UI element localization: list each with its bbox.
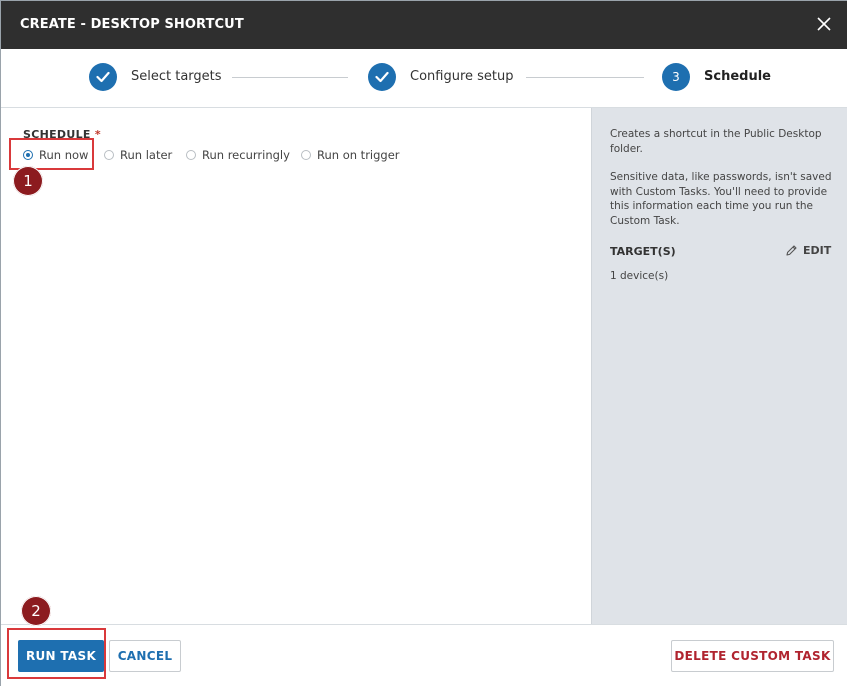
required-mark: * [94, 128, 101, 141]
annotation-badge-1: 1 [13, 166, 43, 196]
schedule-panel: SCHEDULE * Run now Run later Run recurri… [1, 108, 591, 624]
edit-targets-button[interactable]: EDIT [785, 244, 831, 257]
wizard-progress: Select targets Configure setup 3 Schedul… [1, 49, 847, 108]
radio-run-on-trigger[interactable]: Run on trigger [301, 148, 400, 162]
step-complete-check-icon [368, 63, 396, 91]
radio-run-recurringly[interactable]: Run recurringly [186, 148, 290, 162]
step-select-targets: Select targets [131, 69, 222, 84]
radio-run-later[interactable]: Run later [104, 148, 172, 162]
step-connector [232, 77, 348, 78]
highlight-run-task [7, 628, 106, 679]
pencil-icon [785, 244, 798, 257]
radio-unselected-icon[interactable] [186, 150, 196, 160]
create-desktop-shortcut-dialog: CREATE - DESKTOP SHORTCUT Select targets… [0, 0, 847, 687]
close-icon[interactable] [813, 13, 835, 35]
highlight-run-now [9, 138, 94, 170]
targets-heading: TARGET(S) [610, 245, 676, 258]
edit-label: EDIT [803, 244, 832, 257]
task-description-text: Creates a shortcut in the Public Desktop… [610, 128, 822, 155]
radio-unselected-icon[interactable] [301, 150, 311, 160]
task-description: Creates a shortcut in the Public Desktop… [610, 127, 835, 242]
radio-run-on-trigger-label: Run on trigger [317, 148, 400, 162]
task-info-sidebar: Creates a shortcut in the Public Desktop… [591, 108, 847, 624]
dialog-titlebar: CREATE - DESKTOP SHORTCUT [1, 1, 847, 49]
sensitive-data-note: Sensitive data, like passwords, isn't sa… [610, 171, 832, 227]
delete-custom-task-button[interactable]: DELETE CUSTOM TASK [671, 640, 834, 672]
dialog-footer: RUN TASK CANCEL DELETE CUSTOM TASK [1, 624, 847, 687]
dialog-title: CREATE - DESKTOP SHORTCUT [20, 17, 244, 32]
radio-run-recurringly-label: Run recurringly [202, 148, 290, 162]
cancel-button[interactable]: CANCEL [109, 640, 181, 672]
radio-run-later-label: Run later [120, 148, 173, 162]
step-number-badge: 3 [662, 63, 690, 91]
step-complete-check-icon [89, 63, 117, 91]
annotation-badge-2: 2 [21, 596, 51, 626]
step-connector [526, 77, 644, 78]
step-schedule: Schedule [704, 69, 771, 84]
radio-unselected-icon[interactable] [104, 150, 114, 160]
targets-value: 1 device(s) [610, 270, 669, 282]
step-configure-setup: Configure setup [410, 69, 514, 84]
